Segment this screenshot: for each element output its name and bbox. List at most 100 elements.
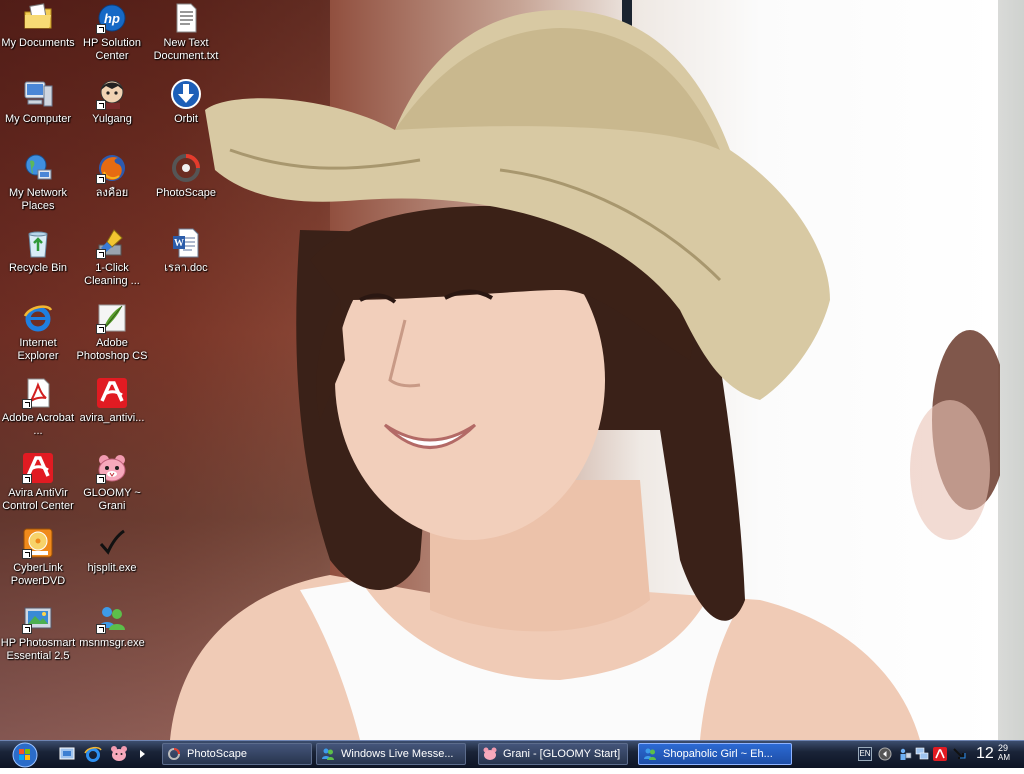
start-button[interactable] <box>10 741 40 769</box>
desktop-icon-orbit[interactable]: Orbit <box>148 78 224 126</box>
shortcut-arrow-icon <box>96 100 106 110</box>
icon-label: Adobe Acrobat ... <box>1 412 75 437</box>
avira-umbrella-icon <box>22 452 54 484</box>
clock-minute: 29 <box>998 743 1009 753</box>
computer-icon <box>22 78 54 110</box>
shortcut-arrow-icon <box>22 624 32 634</box>
shortcut-arrow-icon <box>96 24 106 34</box>
task-windows-live-messenger[interactable]: Windows Live Messe... <box>316 743 466 765</box>
tray-download[interactable] <box>952 747 966 761</box>
desktop-icon-internet-explorer[interactable]: Internet Explorer <box>0 302 76 363</box>
internet-explorer-icon <box>84 746 102 762</box>
shortcut-arrow-icon <box>96 624 106 634</box>
clock-hour[interactable]: 12 <box>976 745 994 763</box>
shortcut-arrow-icon <box>96 324 106 334</box>
photoscape-icon <box>170 152 202 184</box>
desktop-icon-photoscape[interactable]: PhotoScape <box>148 152 224 200</box>
desktop-icon-gloomy-grani[interactable]: GLOOMY ~ Grani <box>74 452 150 513</box>
icon-label: ลงคือย <box>95 187 129 199</box>
desktop-icon-msn-messenger[interactable]: msnmsgr.exe <box>74 602 150 650</box>
network-connection-icon <box>915 747 929 760</box>
quick-launch-show-desktop[interactable] <box>58 745 76 763</box>
gloomy-bear-icon <box>96 452 128 484</box>
desktop-icon-yulgang[interactable]: Yulgang <box>74 78 150 126</box>
desktop-icon-1-click-cleaning[interactable]: 1-Click Cleaning ... <box>74 227 150 288</box>
recycle-bin-icon <box>22 227 54 259</box>
avira-umbrella-icon <box>96 377 128 409</box>
desktop-icon-avira-control-center[interactable]: Avira AntiVir Control Center <box>0 452 76 513</box>
icon-label: Internet Explorer <box>17 337 59 362</box>
desktop-icon-hp-photosmart[interactable]: HP Photosmart Essential 2.5 <box>0 602 76 663</box>
icon-label: PhotoScape <box>156 187 216 199</box>
task-grani-gloomy[interactable]: Grani - [GLOOMY Start] <box>478 743 628 765</box>
folder-documents-icon <box>22 2 54 34</box>
internet-explorer-icon <box>22 302 54 334</box>
powerdvd-icon <box>22 527 54 559</box>
desktop-icon-hp-solution-center[interactable]: hp HP Solution Center <box>74 2 150 63</box>
icon-label: hjsplit.exe <box>87 562 137 574</box>
desktop-icon-hjsplit[interactable]: hjsplit.exe <box>74 527 150 575</box>
wallpaper-right-strip <box>998 0 1024 740</box>
shortcut-arrow-icon <box>22 474 32 484</box>
shortcut-arrow-icon <box>22 549 32 559</box>
text-file-icon <box>170 2 202 34</box>
icon-label: Adobe Photoshop CS <box>76 337 148 362</box>
desktop-icon-my-computer[interactable]: My Computer <box>0 78 76 126</box>
task-label: Windows Live Messe... <box>341 748 454 760</box>
desktop-icon-avira-antivir-setup[interactable]: avira_antivi... <box>74 377 150 425</box>
hp-photosmart-icon <box>22 602 54 634</box>
task-label: Grani - [GLOOMY Start] <box>503 748 621 760</box>
show-desktop-icon <box>59 747 75 760</box>
task-shopaholic-girl-chat[interactable]: Shopaholic Girl ~ Eh... <box>638 743 792 765</box>
taskbar: PhotoScape Windows Live Messe... Grani -… <box>0 740 1024 768</box>
shortcut-arrow-icon <box>22 399 32 409</box>
desktop-icon-cyberlink-powerdvd[interactable]: CyberLink PowerDVD <box>0 527 76 588</box>
icon-label: Yulgang <box>92 113 132 125</box>
desktop-icon-my-network-places[interactable]: My Network Places <box>0 152 76 213</box>
svg-text:W: W <box>174 238 184 249</box>
desktop-icon-firefox[interactable]: ลงคือย <box>74 152 150 200</box>
clock-ampm: AM <box>998 753 1010 762</box>
icon-label: Recycle Bin <box>8 262 68 274</box>
icon-label: Orbit <box>174 113 198 125</box>
quick-launch-expand[interactable] <box>136 745 148 763</box>
desktop-icon-recycle-bin[interactable]: Recycle Bin <box>0 227 76 275</box>
msn-messenger-icon <box>322 748 334 760</box>
tray-back-arrow[interactable] <box>878 747 892 761</box>
tray-network-users[interactable] <box>898 747 912 761</box>
acrobat-icon <box>22 377 54 409</box>
avira-umbrella-icon <box>933 747 947 761</box>
task-label: PhotoScape <box>187 748 247 760</box>
task-label: Shopaholic Girl ~ Eh... <box>663 748 773 760</box>
tray-network-connection[interactable] <box>915 747 929 761</box>
icon-label: Avira AntiVir Control Center <box>2 487 74 512</box>
quick-launch-gloomy[interactable] <box>110 745 128 763</box>
desktop-wallpaper: My Documents hp HP Solution Center New T… <box>0 0 1024 740</box>
desktop-icon-word-document[interactable]: W เรลา.doc <box>148 227 224 275</box>
firefox-icon <box>96 152 128 184</box>
cleaning-brush-icon <box>96 227 128 259</box>
desktop-icon-my-documents[interactable]: My Documents <box>0 2 76 50</box>
gloomy-bear-icon <box>483 747 497 760</box>
desktop-icon-adobe-acrobat[interactable]: Adobe Acrobat ... <box>0 377 76 438</box>
gloomy-bear-icon <box>111 746 127 761</box>
network-globe-icon <box>22 152 54 184</box>
game-character-icon <box>96 78 128 110</box>
word-document-icon: W <box>170 227 202 259</box>
hp-logo-icon: hp <box>96 2 128 34</box>
checkmark-icon <box>96 527 128 559</box>
icon-label: My Computer <box>4 113 72 125</box>
photoscape-icon <box>168 748 180 760</box>
photoshop-feather-icon <box>96 302 128 334</box>
svg-text:hp: hp <box>104 11 120 26</box>
chevron-right-icon <box>140 750 145 758</box>
language-indicator[interactable]: EN <box>858 747 872 761</box>
task-photoscape[interactable]: PhotoScape <box>162 743 312 765</box>
quick-launch-internet-explorer[interactable] <box>84 745 102 763</box>
desktop-icon-new-text-document[interactable]: New Text Document.txt <box>148 2 224 63</box>
shortcut-arrow-icon <box>96 249 106 259</box>
icon-label: My Network Places <box>8 187 68 212</box>
desktop-icon-adobe-photoshop[interactable]: Adobe Photoshop CS <box>74 302 150 363</box>
icon-label: New Text Document.txt <box>153 37 219 62</box>
tray-avira[interactable] <box>933 747 947 761</box>
